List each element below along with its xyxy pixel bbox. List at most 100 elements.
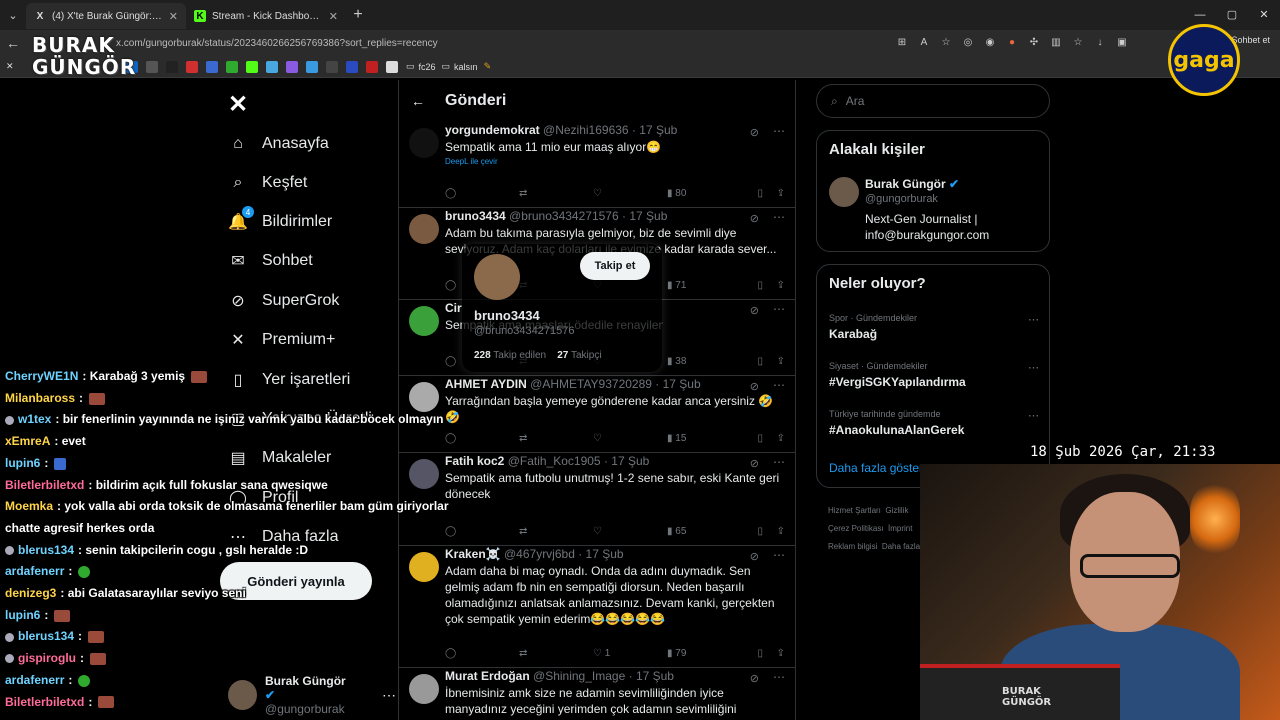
reply-button[interactable]: ◯ <box>445 433 519 444</box>
trend-item[interactable]: Spor · Gündemdekiler Karabağ ⋯ <box>829 313 1039 341</box>
author-name[interactable]: AHMET AYDIN <box>445 377 527 391</box>
author-handle[interactable]: @bruno3434271576 <box>509 209 619 223</box>
sidebar-item-anasayfa[interactable]: ⌂ Anasayfa <box>228 134 329 154</box>
share-icon[interactable]: ⇪ <box>763 188 785 199</box>
bookmark-icon[interactable] <box>286 60 300 74</box>
more-icon[interactable]: ⋯ <box>1028 361 1039 374</box>
more-icon[interactable]: ⋯ <box>773 455 785 469</box>
bookmark-icon[interactable] <box>386 60 400 74</box>
author-name[interactable]: Cir <box>445 301 462 315</box>
author-handle[interactable]: @467yrvj6bd <box>504 547 575 561</box>
bookmark-x-icon[interactable]: ✕ <box>6 60 20 74</box>
footer-link[interactable]: Reklam bilgisi <box>828 542 877 551</box>
chat-button[interactable]: Sohbet et <box>1231 35 1270 45</box>
bookmark-icon[interactable] <box>226 60 240 74</box>
read-aloud-icon[interactable]: A <box>916 35 932 51</box>
bookmark-folder-kalsin[interactable]: ▭ kalsın <box>442 60 478 74</box>
new-tab-button[interactable]: + <box>346 6 370 24</box>
puzzle-icon[interactable]: ✣ <box>1026 35 1042 51</box>
bookmark-icon[interactable] <box>326 60 340 74</box>
like-button[interactable]: ♡ <box>593 433 667 444</box>
post-date[interactable]: 17 Şub <box>636 669 674 683</box>
reply-post[interactable]: Kraken☠️ @467yrvj6bd · 17 Şub Adam daha b… <box>399 546 795 668</box>
bookmark-icon[interactable]: ▯ <box>741 648 763 659</box>
bookmark-icon[interactable]: ▯ <box>741 188 763 199</box>
reply-post[interactable]: Fatih koc2 @Fatih_Koc1905 · 17 Şub Sempat… <box>399 453 795 546</box>
bookmark-icon[interactable] <box>246 60 260 74</box>
footer-link[interactable]: Hizmet Şartları <box>828 506 881 515</box>
views-button[interactable]: ▮ 38 <box>667 356 741 367</box>
repost-button[interactable]: ⇄ <box>519 188 593 199</box>
sidebar-item-keşfet[interactable]: ⌕ Keşfet <box>228 173 308 193</box>
share-icon[interactable]: ⇪ <box>763 526 785 537</box>
sidebar-item-premium-[interactable]: ✕ Premium+ <box>228 330 335 350</box>
author-handle[interactable]: @Shining_Image <box>533 669 625 683</box>
views-button[interactable]: ▮ 65 <box>667 526 741 537</box>
extension-icon[interactable]: ● <box>1004 35 1020 51</box>
close-window-icon[interactable]: ✕ <box>1248 0 1280 30</box>
avatar[interactable] <box>409 214 439 244</box>
hovercard-name[interactable]: bruno3434 <box>474 308 540 323</box>
author-handle[interactable]: @AHMETAY93720289 <box>530 377 652 391</box>
bookmark-icon[interactable] <box>346 60 360 74</box>
trend-item[interactable]: Siyaset · Gündemdekiler #VergiSGKYapılan… <box>829 361 1039 389</box>
repost-button[interactable]: ⇄ <box>519 526 593 537</box>
more-icon[interactable]: ⋯ <box>1028 313 1039 326</box>
back-arrow-icon[interactable]: ← <box>0 35 26 51</box>
sidebar-item-supergrok[interactable]: ⊘ SuperGrok <box>228 291 339 311</box>
maximize-icon[interactable]: ▢ <box>1216 0 1248 30</box>
views-button[interactable]: ▮ 15 <box>667 433 741 444</box>
avatar[interactable] <box>409 128 439 158</box>
author-handle[interactable]: @Fatih_Koc1905 <box>508 454 601 468</box>
close-tab-icon[interactable]: ✕ <box>329 10 338 23</box>
reply-button[interactable]: ◯ <box>445 648 519 659</box>
follow-button[interactable]: Takip et <box>580 252 650 280</box>
post-date[interactable]: 17 Şub <box>663 377 701 391</box>
footer-link[interactable]: Gizlilik <box>885 506 908 515</box>
bookmark-icon[interactable] <box>266 60 280 74</box>
sidebar-item-sohbet[interactable]: ✉ Sohbet <box>228 251 312 271</box>
more-icon[interactable]: ⋯ <box>773 378 785 392</box>
following-count[interactable]: 228 <box>474 350 491 361</box>
grok-icon[interactable]: ⊘ <box>750 304 759 317</box>
bookmark-icon[interactable] <box>306 60 320 74</box>
close-tab-icon[interactable]: ✕ <box>169 10 178 23</box>
bookmark-icon[interactable]: ▯ <box>741 433 763 444</box>
grok-icon[interactable]: ⊘ <box>750 550 759 563</box>
reply-post[interactable]: yorgundemokrat @Nezihi169636 · 17 Şub Sem… <box>399 122 795 208</box>
bookmark-pencil-icon[interactable]: ✎ <box>484 60 498 74</box>
footer-link[interactable]: Daha fazla <box>882 542 920 551</box>
reply-button[interactable]: ◯ <box>445 526 519 537</box>
back-arrow-icon[interactable]: ← <box>411 93 425 109</box>
author-handle[interactable]: @Nezihi169636 <box>543 123 629 137</box>
share-icon[interactable]: ⇪ <box>763 648 785 659</box>
more-icon[interactable]: ⋯ <box>773 548 785 562</box>
more-icon[interactable]: ⋯ <box>773 124 785 138</box>
tab-menu-icon[interactable]: ⌄ <box>0 2 26 28</box>
extension-icon[interactable]: ◉ <box>982 35 998 51</box>
share-icon[interactable]: ⇪ <box>763 433 785 444</box>
like-button[interactable]: ♡ <box>593 526 667 537</box>
more-icon[interactable]: ⋯ <box>773 210 785 224</box>
like-button[interactable]: ♡ 1 <box>593 648 667 659</box>
split-icon[interactable]: ▥ <box>1048 35 1064 51</box>
views-button[interactable]: ▮ 80 <box>667 188 741 199</box>
share-icon[interactable]: ⇪ <box>763 280 785 291</box>
more-icon[interactable]: ⋯ <box>773 302 785 316</box>
more-icon[interactable]: ⋯ <box>773 670 785 684</box>
post-date[interactable]: 17 Şub <box>629 209 667 223</box>
grok-icon[interactable]: ⊘ <box>750 126 759 139</box>
bookmark-folder-fc26[interactable]: ▭ fc26 <box>406 60 436 74</box>
post-date[interactable]: 17 Şub <box>611 454 649 468</box>
apps-icon[interactable]: ⊞ <box>894 35 910 51</box>
bookmark-icon[interactable] <box>366 60 380 74</box>
author-name[interactable]: Kraken☠️ <box>445 547 501 561</box>
bookmark-icon[interactable] <box>206 60 220 74</box>
bookmark-icon[interactable] <box>186 60 200 74</box>
bookmark-icon[interactable]: ▯ <box>741 356 763 367</box>
bookmark-icon[interactable] <box>166 60 180 74</box>
bookmark-icon[interactable]: ▯ <box>741 280 763 291</box>
browser-tab-kick[interactable]: K Stream - Kick Dashboard ✕ <box>186 3 346 29</box>
repost-button[interactable]: ⇄ <box>519 433 593 444</box>
reply-button[interactable]: ◯ <box>445 188 519 199</box>
